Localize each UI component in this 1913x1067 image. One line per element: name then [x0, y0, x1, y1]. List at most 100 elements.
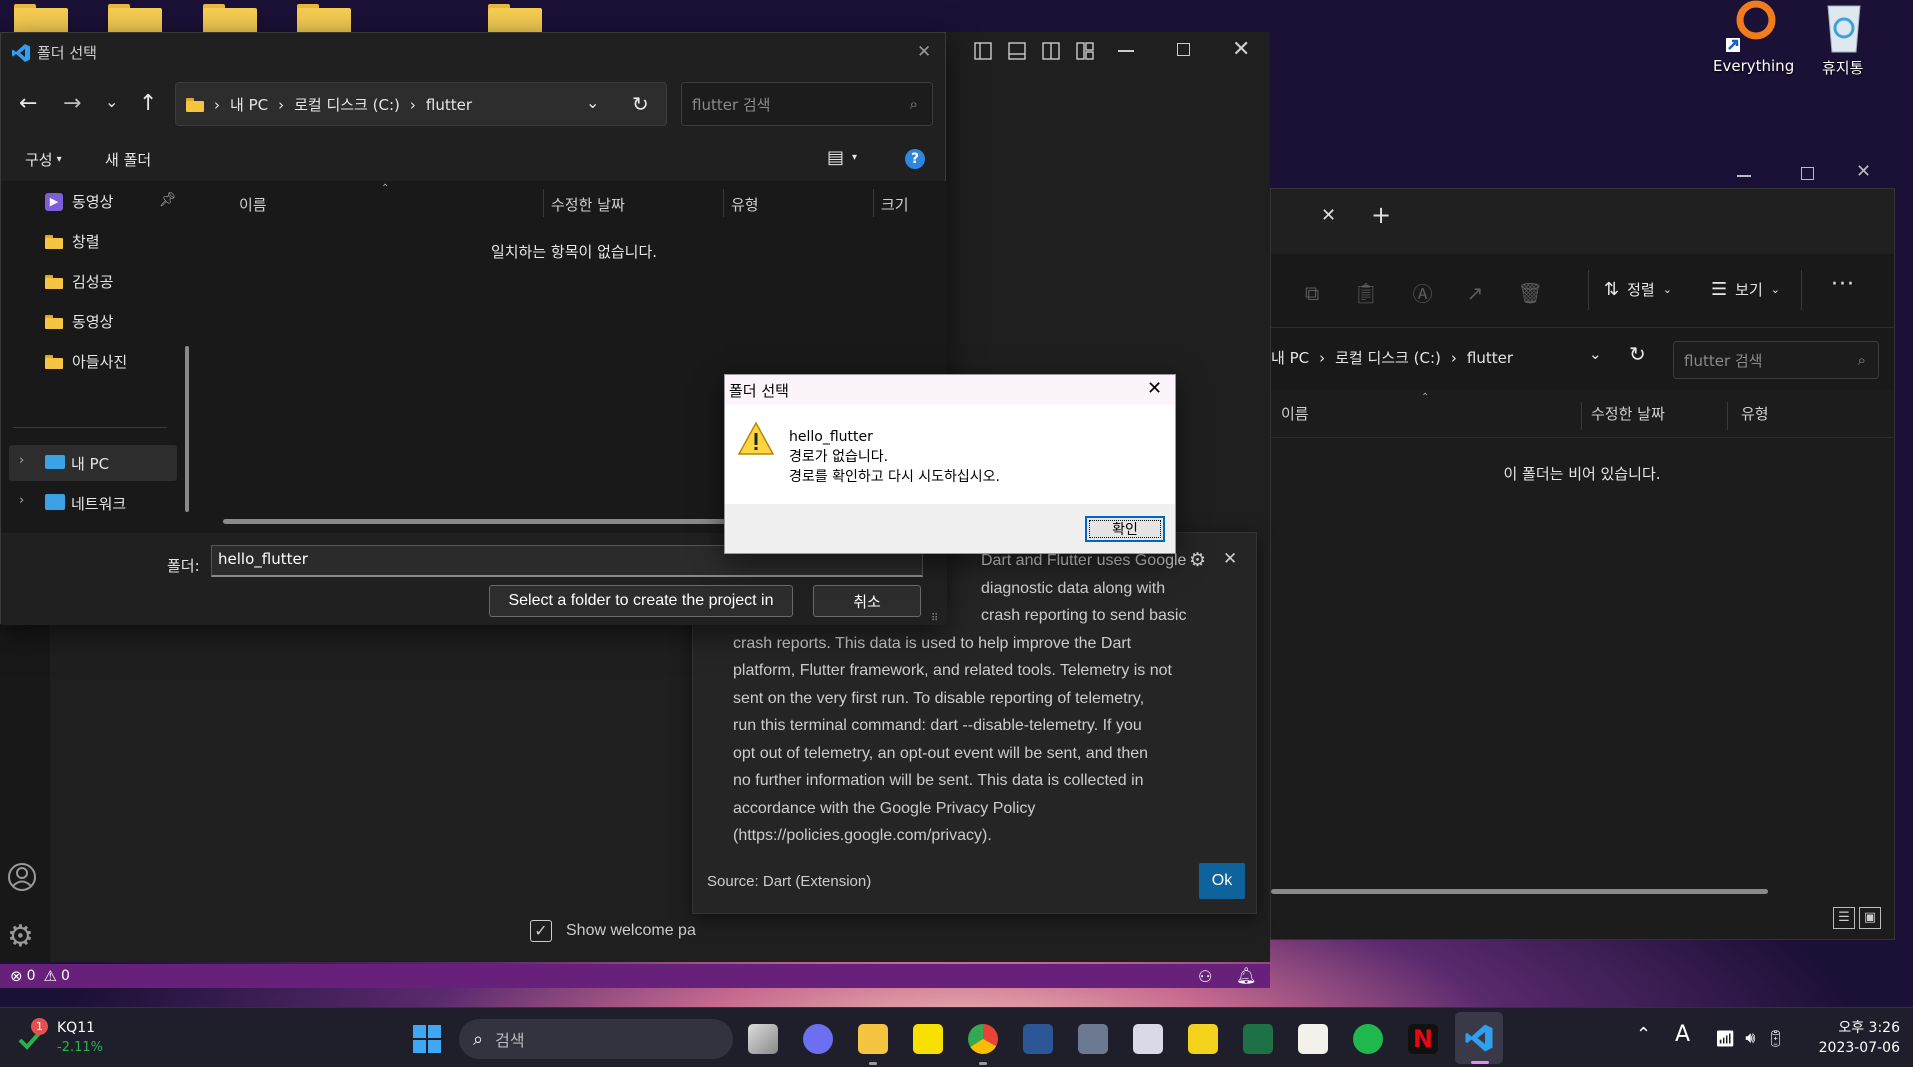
nav-item-network[interactable]: › 네트워크	[9, 485, 177, 521]
address-dropdown-icon[interactable]: ⌄	[586, 93, 599, 112]
rename-icon[interactable]: Ⓐ	[1413, 278, 1433, 307]
maximize-icon[interactable]	[1801, 167, 1814, 180]
desktop-folder-icon[interactable]	[108, 0, 162, 34]
back-arrow-icon[interactable]: ←	[19, 91, 37, 116]
resize-grip-icon[interactable]: ⠿	[931, 613, 938, 624]
netflix-icon[interactable]: N	[1408, 1024, 1438, 1054]
recent-locations-chevron-icon[interactable]: ⌄	[105, 92, 118, 111]
ime-indicator[interactable]: A	[1675, 1022, 1690, 1047]
everything-app-icon[interactable]	[1718, 0, 1782, 58]
nav-item-videos[interactable]: ▶ 동영상	[45, 191, 113, 212]
welcome-checkbox[interactable]: ✓	[530, 920, 552, 942]
breadcrumb-item[interactable]: flutter	[1467, 349, 1513, 367]
paste-icon[interactable]: 📋︎	[1353, 281, 1378, 305]
forward-arrow-icon[interactable]: →	[63, 91, 81, 116]
view-button[interactable]: ☰ 보기 ⌄	[1711, 279, 1780, 300]
task-view-icon[interactable]	[748, 1024, 778, 1054]
nav-item-folder[interactable]: 창렬	[45, 231, 100, 252]
problems-status[interactable]: ⊗ 0 ⚠ 0	[10, 967, 70, 985]
snipping-tool-icon[interactable]	[1133, 1024, 1163, 1054]
picker-close-icon[interactable]: ✕	[917, 42, 931, 62]
explorer-search-input[interactable]: flutter 검색 ⌕	[1673, 341, 1879, 379]
close-icon[interactable]: ✕	[1856, 161, 1871, 182]
column-size[interactable]: 크기	[881, 187, 909, 221]
refresh-icon[interactable]: ↻	[632, 92, 649, 116]
office-app-icon[interactable]	[1298, 1024, 1328, 1054]
share-icon[interactable]: ↗	[1467, 281, 1484, 305]
accounts-status-icon[interactable]: ⚇	[1198, 967, 1212, 986]
manage-gear-icon[interactable]: ⚙	[7, 922, 34, 952]
select-folder-button[interactable]: Select a folder to create the project in	[489, 585, 793, 617]
layout-panel-icon[interactable]	[1008, 42, 1026, 60]
word-icon[interactable]	[1023, 1024, 1053, 1054]
nav-item-folder[interactable]: 아들사진	[45, 351, 127, 372]
chrome-icon[interactable]	[968, 1024, 998, 1054]
customize-layout-icon[interactable]	[1076, 42, 1094, 60]
desktop-folder-icon[interactable]	[488, 0, 542, 34]
pin-icon[interactable]: 📌︎	[159, 192, 177, 208]
file-explorer-icon[interactable]	[858, 1024, 888, 1054]
column-name[interactable]: 이름	[239, 187, 267, 221]
notification-close-icon[interactable]: ✕	[1223, 549, 1237, 569]
desktop-folder-icon[interactable]	[203, 0, 257, 34]
account-icon[interactable]	[7, 862, 37, 892]
minimize-icon[interactable]	[1118, 50, 1134, 52]
breadcrumb-item[interactable]: 로컬 디스크 (C:)	[294, 94, 400, 115]
explorer-breadcrumb[interactable]: 내 PC › 로컬 디스크 (C:) › flutter	[1271, 347, 1513, 368]
start-windows-icon[interactable]	[412, 1024, 442, 1054]
breadcrumb-item[interactable]: flutter	[426, 96, 472, 114]
address-dropdown-icon[interactable]: ⌄	[1589, 345, 1602, 363]
details-view-icon[interactable]: ☰	[1833, 907, 1855, 929]
msgbox-ok-button[interactable]: 확인	[1085, 516, 1165, 542]
vscode-taskbar-icon[interactable]	[1464, 1023, 1494, 1053]
teams-chat-icon[interactable]	[803, 1024, 833, 1054]
large-icons-view-icon[interactable]: ▣	[1859, 907, 1881, 929]
column-name[interactable]: 이름	[1281, 396, 1309, 430]
notification-ok-button[interactable]: Ok	[1199, 863, 1245, 899]
system-tray-status[interactable]: 📶︎ 🔊︎ 🔋︎	[1715, 1028, 1786, 1048]
nav-item-this-pc[interactable]: › 내 PC	[9, 445, 177, 481]
copy-icon[interactable]: ⧉	[1305, 281, 1319, 305]
more-options-icon[interactable]: ···	[1831, 272, 1855, 297]
clock[interactable]: 오후 3:26 2023-07-06	[1800, 1018, 1900, 1058]
help-icon[interactable]: ?	[905, 149, 925, 169]
refresh-icon[interactable]: ↻	[1629, 342, 1646, 366]
new-folder-button[interactable]: 새 폴더	[105, 149, 151, 170]
new-tab-icon[interactable]: +	[1371, 201, 1391, 229]
breadcrumb-item[interactable]: 내 PC	[1271, 347, 1309, 368]
nav-item-folder[interactable]: 김성공	[45, 271, 113, 292]
organize-menu-button[interactable]: 구성 ▾	[25, 149, 62, 170]
notification-settings-gear-icon[interactable]: ⚙	[1189, 549, 1206, 571]
horizontal-scrollbar[interactable]	[223, 519, 743, 524]
column-type[interactable]: 유형	[1741, 396, 1769, 430]
picker-address-bar[interactable]: › 내 PC › 로컬 디스크 (C:) › flutter ⌄ ↻	[175, 82, 667, 126]
view-options-button[interactable]: ▤ ▾	[827, 147, 857, 168]
taskbar-search-box[interactable]: ⌕ 검색	[459, 1019, 733, 1059]
picker-search-input[interactable]: flutter 검색 ⌕	[681, 82, 933, 126]
excel-icon[interactable]	[1243, 1024, 1273, 1054]
desktop-folder-icon[interactable]	[14, 0, 68, 34]
minimize-icon[interactable]	[1737, 175, 1751, 177]
delete-icon[interactable]: 🗑︎	[1517, 281, 1542, 305]
sticky-notes-icon[interactable]	[1188, 1024, 1218, 1054]
picker-breadcrumb[interactable]: › 내 PC › 로컬 디스크 (C:) › flutter	[186, 94, 472, 115]
layout-secondary-icon[interactable]	[1042, 42, 1060, 60]
sort-button[interactable]: ⇅ 정렬 ⌄	[1604, 279, 1672, 300]
breadcrumb-item[interactable]: 내 PC	[230, 94, 268, 115]
column-date[interactable]: 수정한 날짜	[1591, 396, 1665, 430]
notifications-bell-icon[interactable]: 🔔︎	[1236, 966, 1256, 985]
kakaotalk-icon[interactable]	[913, 1024, 943, 1054]
recycle-bin-icon[interactable]	[1822, 0, 1866, 56]
close-tab-icon[interactable]: ✕	[1321, 205, 1336, 226]
close-icon[interactable]: ✕	[1232, 39, 1250, 61]
horizontal-scrollbar[interactable]	[1271, 889, 1768, 894]
layout-sidebar-icon[interactable]	[974, 42, 992, 60]
up-arrow-icon[interactable]: ↑	[139, 91, 157, 116]
desktop-folder-icon[interactable]	[297, 0, 351, 34]
column-type[interactable]: 유형	[731, 187, 759, 221]
nav-scrollbar[interactable]	[185, 346, 189, 512]
msgbox-close-icon[interactable]: ✕	[1147, 378, 1162, 399]
column-date[interactable]: 수정한 날짜	[551, 187, 625, 221]
breadcrumb-item[interactable]: 로컬 디스크 (C:)	[1335, 347, 1441, 368]
show-hidden-icons-chevron[interactable]: ⌃	[1636, 1024, 1651, 1045]
